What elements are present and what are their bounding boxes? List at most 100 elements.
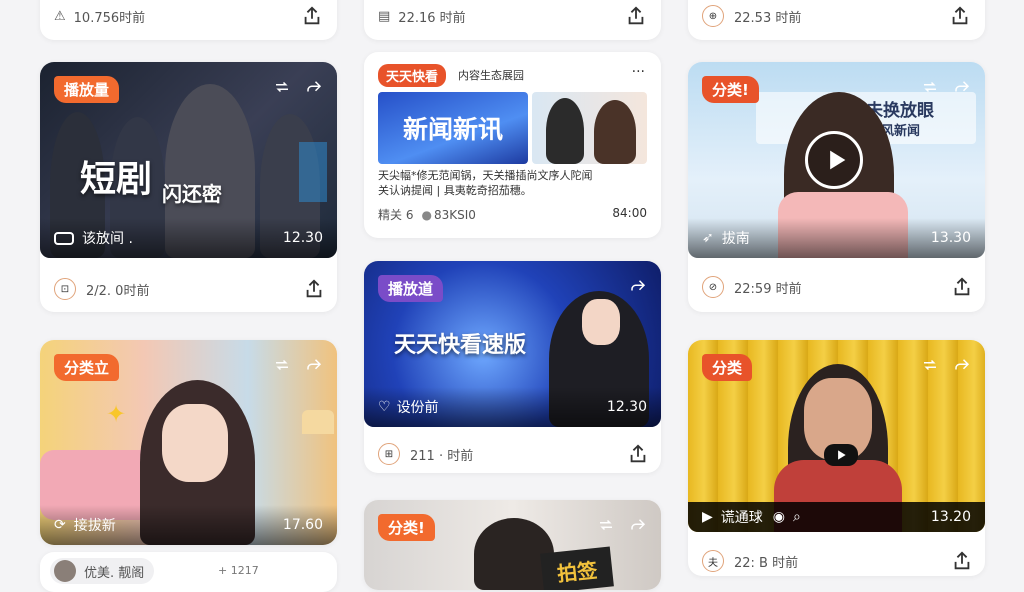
thumb-actions — [921, 356, 971, 374]
video-thumbnail[interactable]: 播放量 短剧 闪还密 该放间 . 12.30 — [40, 62, 337, 258]
category-tag[interactable]: 播放道 — [378, 275, 444, 302]
avatar[interactable]: ⊡ — [54, 278, 76, 300]
sign-board: 拍签 — [540, 546, 614, 590]
category-tag[interactable]: 分类 — [702, 354, 753, 381]
forward-icon[interactable] — [953, 78, 971, 96]
share-icon[interactable] — [951, 276, 973, 298]
repeat-icon[interactable] — [921, 78, 939, 96]
video-thumbnail[interactable]: 分类 ▶ 谎通球 ◉ ⌕ 13.20 — [688, 340, 985, 532]
screen-icon — [54, 231, 74, 245]
author-card[interactable]: 优美. 靓阁 + 1217 — [40, 552, 337, 592]
news-banner[interactable]: 新闻新讯 — [378, 92, 528, 164]
brand-tag[interactable]: 天天快看 — [378, 64, 447, 87]
avatar: ⊕ — [702, 5, 724, 27]
top-card-col2[interactable]: ▤ 22.16 时前 — [364, 0, 661, 40]
bottom-label: 接拔新 — [73, 518, 116, 534]
news-photo[interactable] — [532, 92, 647, 164]
bottom-label: 设份前 — [396, 400, 439, 416]
person-silhouette — [594, 100, 636, 164]
eye-icon: ● — [421, 207, 432, 222]
video-duration: 13.30 — [930, 230, 971, 246]
avatar[interactable]: ⊘ — [702, 276, 724, 298]
repeat-icon[interactable] — [273, 78, 291, 96]
video-info-bar: ⟳ 接拔新 17.60 — [40, 505, 337, 545]
avatar[interactable]: ⊞ — [378, 443, 400, 465]
refresh-icon: ⟳ — [54, 517, 66, 533]
video-info-bar: ▶ 谎通球 ◉ ⌕ 13.20 — [688, 502, 985, 532]
top-card-col1[interactable]: ⚠ 10.756时前 — [40, 0, 337, 40]
forward-icon[interactable] — [629, 277, 647, 295]
banner-text: 新闻新讯 — [402, 115, 503, 144]
more-menu[interactable]: ··· — [632, 64, 645, 80]
heart-icon[interactable]: ♡ — [378, 399, 391, 415]
share-icon[interactable] — [949, 5, 971, 27]
video-thumbnail[interactable]: 拍签 分类! — [364, 500, 661, 590]
author-name[interactable]: 优美. 靓阁 — [84, 562, 144, 581]
background-light — [299, 142, 327, 202]
video-thumbnail[interactable]: 播放道 天天快看速版 ♡ 设份前 12.30 — [364, 261, 661, 427]
share-icon[interactable] — [625, 5, 647, 27]
card-meta: 10.756时前 — [73, 11, 146, 26]
thumb-actions — [273, 356, 323, 374]
card-meta: 22: B 时前 — [734, 555, 799, 571]
rocket-icon: ➶ — [702, 230, 714, 246]
share-icon[interactable] — [303, 278, 325, 300]
video-duration: 12.30 — [282, 230, 323, 246]
video-thumbnail[interactable]: 未换放眼 的风新闻 分类! ➶ 拔南 13.30 — [688, 62, 985, 258]
desc-line-2: 关认讷提闻 | 具夷乾奇招茄穗。 — [378, 184, 532, 197]
category-tag[interactable]: 播放量 — [54, 76, 120, 103]
brand-subtitle: 内容生态展园 — [458, 69, 524, 82]
forward-icon[interactable] — [305, 78, 323, 96]
top-card-col3[interactable]: ⊕ 22.53 时前 — [688, 0, 985, 40]
bottom-label: 拔南 — [721, 231, 750, 247]
play-icon[interactable] — [805, 131, 863, 189]
girl-face — [162, 404, 228, 482]
share-icon[interactable] — [951, 550, 973, 572]
card-meta: 211 · 时前 — [410, 448, 474, 464]
video-subline: 闪还密 — [162, 182, 222, 206]
play-small-icon[interactable]: ▶ — [702, 509, 713, 525]
search-icon[interactable]: ⌕ — [793, 509, 801, 525]
play-circle-icon[interactable]: ◉ — [773, 509, 785, 525]
lamp — [302, 410, 334, 434]
video-info-bar: 该放间 . 12.30 — [40, 218, 337, 258]
person-silhouette — [546, 98, 584, 164]
repeat-icon[interactable] — [273, 356, 291, 374]
video-card-drama[interactable]: 播放量 短剧 闪还密 该放间 . 12.30 ⊡ 2/2. 0时前 — [40, 62, 337, 312]
share-icon[interactable] — [301, 5, 323, 27]
video-card-man[interactable]: 分类 ▶ 谎通球 ◉ ⌕ 13.20 夫 22: B 时前 — [688, 340, 985, 576]
avatar[interactable]: 夫 — [702, 550, 724, 572]
forward-icon[interactable] — [629, 516, 647, 534]
author-extra: + 1217 — [218, 564, 259, 577]
news-card[interactable]: 天天快看 内容生态展园 ··· 新闻新讯 天尖幅*修无范闻锅，天关播插尚文序人陀… — [364, 52, 661, 238]
bottom-label: 该放间 . — [82, 231, 133, 247]
forward-icon[interactable] — [305, 356, 323, 374]
sparkle-icon: ✦ — [106, 400, 127, 428]
video-badge-icon[interactable] — [824, 444, 858, 466]
category-tag[interactable]: 分类! — [702, 76, 759, 103]
card-meta: 22:59 时前 — [734, 281, 802, 297]
card-meta: 22.53 时前 — [734, 10, 802, 26]
category-tag[interactable]: 分类! — [378, 514, 435, 541]
author-avatar[interactable] — [54, 560, 76, 582]
video-card-vlog[interactable]: 分类立 ✦ ⟳ 接拔新 17.60 — [40, 340, 337, 545]
card-meta: 22.16 时前 — [398, 11, 466, 26]
stats-left: 精关 6 — [378, 208, 414, 222]
video-duration: 13.20 — [930, 509, 971, 525]
card-meta: 2/2. 0时前 — [86, 283, 150, 299]
thumb-actions — [273, 78, 323, 96]
thumb-actions — [597, 516, 647, 534]
repeat-icon[interactable] — [921, 356, 939, 374]
view-icon: ⚠ — [54, 9, 66, 24]
share-icon[interactable] — [627, 443, 649, 465]
category-tag[interactable]: 分类立 — [54, 354, 120, 381]
video-card-girl[interactable]: 未换放眼 的风新闻 分类! ➶ 拔南 13.30 ⊘ 22:59 时前 — [688, 62, 985, 312]
video-headline: 天天快看速版 — [394, 333, 527, 358]
video-card-promo[interactable]: 播放道 天天快看速版 ♡ 设份前 12.30 ⊞ 211 · 时前 — [364, 261, 661, 473]
forward-icon[interactable] — [953, 356, 971, 374]
video-card-sign[interactable]: 拍签 分类! — [364, 500, 661, 590]
desc-line-1: 天尖幅*修无范闻锅，天关播插尚文序人陀闻 — [378, 169, 593, 182]
repeat-icon[interactable] — [597, 516, 615, 534]
video-thumbnail[interactable]: 分类立 ✦ ⟳ 接拔新 17.60 — [40, 340, 337, 545]
video-duration: 17.60 — [282, 517, 323, 533]
